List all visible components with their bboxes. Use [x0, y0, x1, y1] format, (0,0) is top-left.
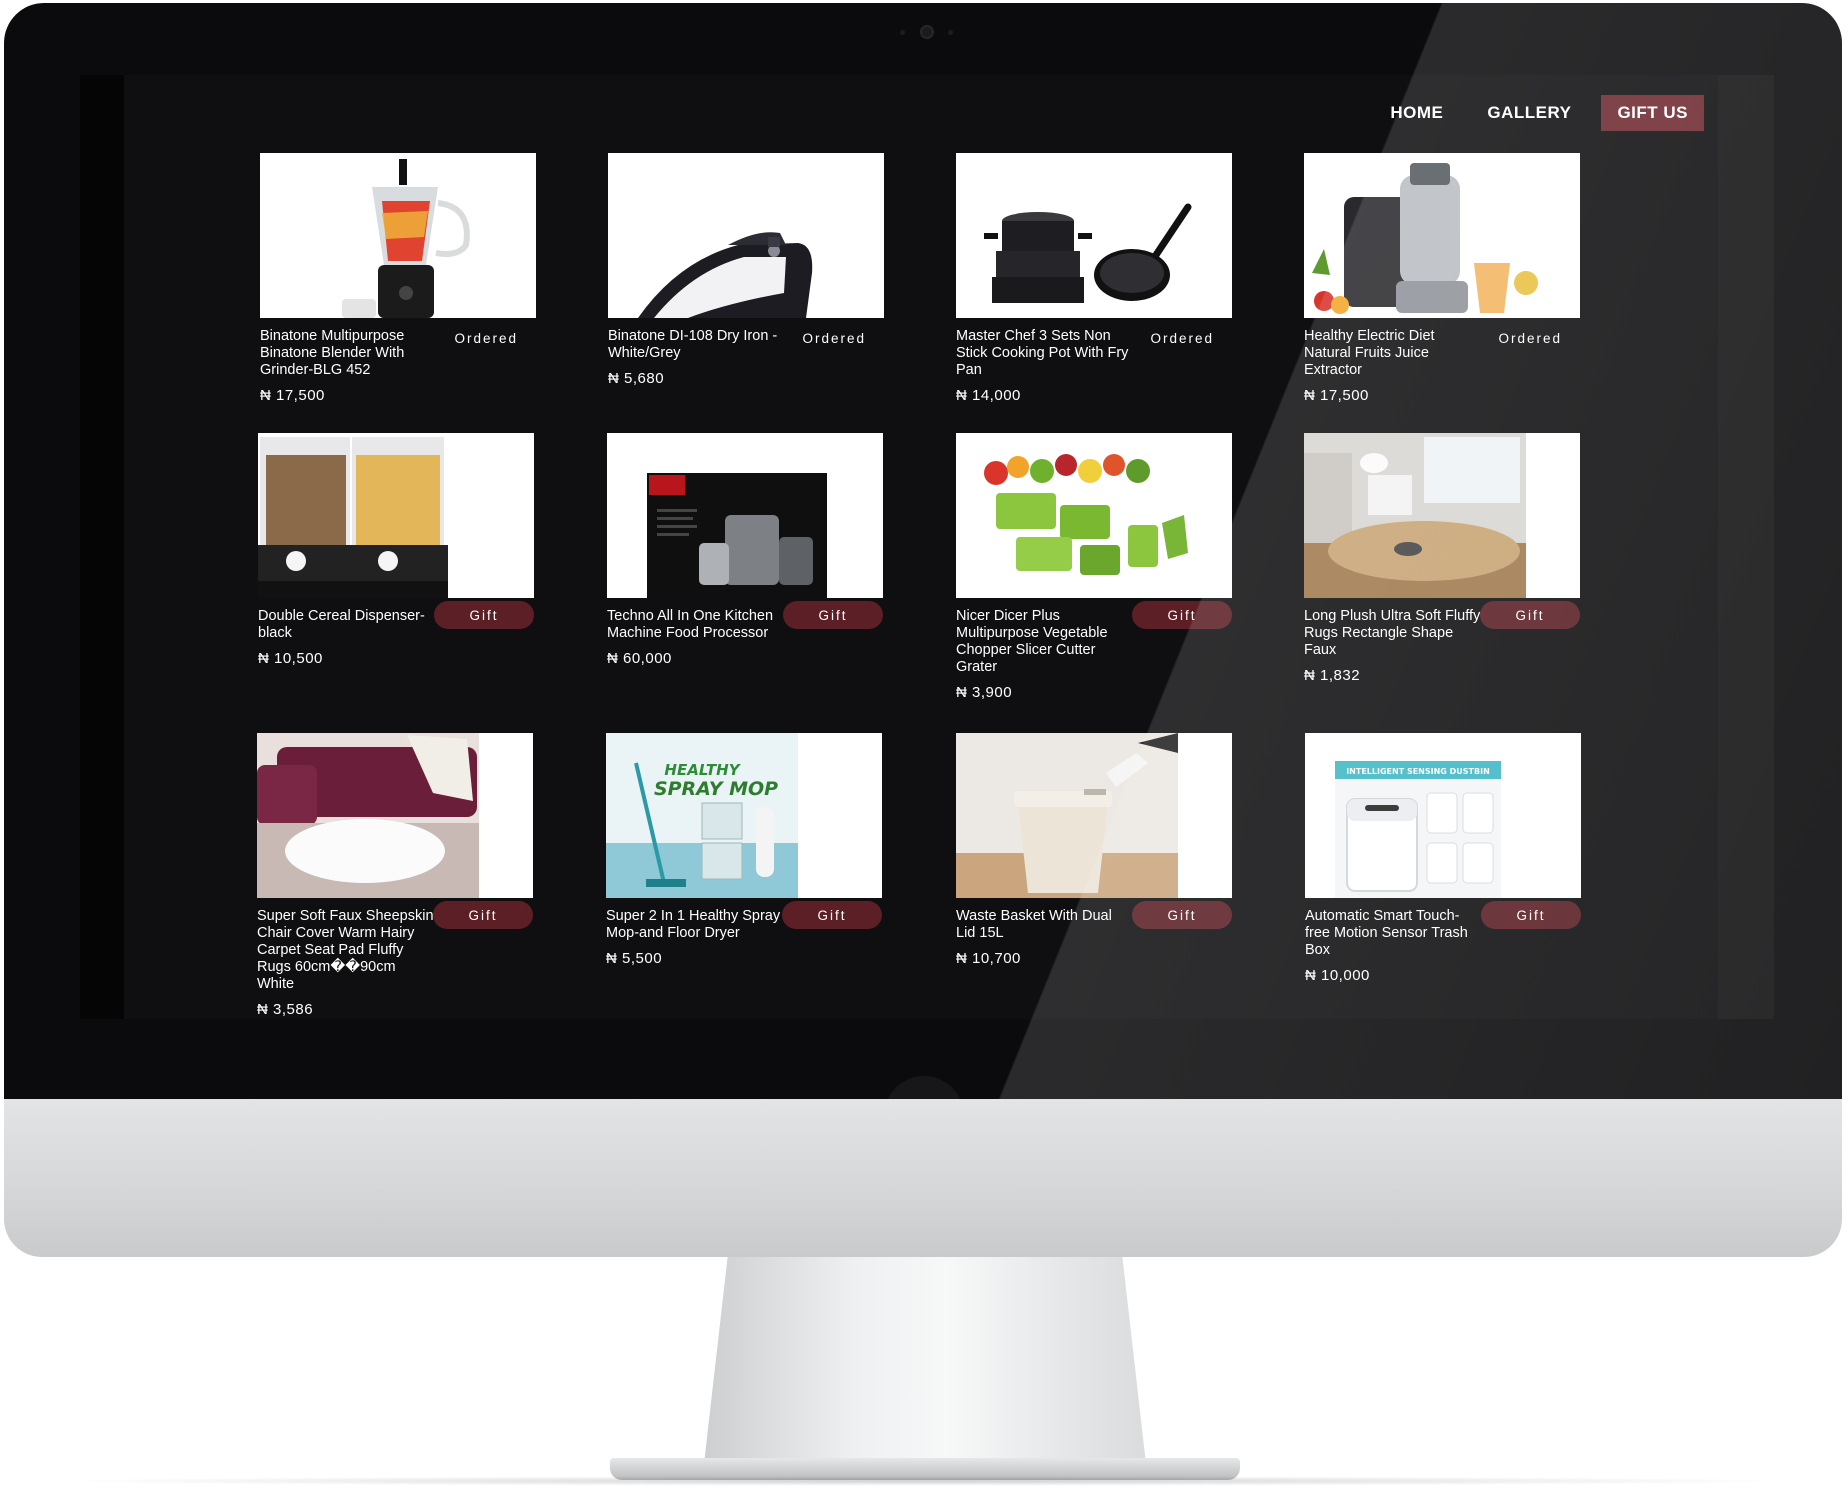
product-meta: Techno All In One Kitchen Machine Food P… [607, 601, 883, 667]
product-image-iron[interactable] [608, 153, 884, 318]
spray-mop-banner-line2: SPRAY MOP [654, 778, 778, 800]
nav-gift-us-button[interactable]: GIFT US [1601, 95, 1704, 131]
product-title: Master Chef 3 Sets Non Stick Cooking Pot… [956, 328, 1129, 378]
ordered-status: Ordered [802, 331, 866, 346]
product-meta: Waste Basket With Dual Lid 15L ₦ 10,700 … [956, 901, 1232, 967]
product-card[interactable]: Super Soft Faux Sheepskin Chair Cover Wa… [257, 733, 533, 1018]
product-card[interactable]: Double Cereal Dispenser-black ₦ 10,500 G… [258, 433, 534, 667]
product-image-blender[interactable] [260, 153, 536, 318]
product-card[interactable]: Waste Basket With Dual Lid 15L ₦ 10,700 … [956, 733, 1232, 967]
product-title: Techno All In One Kitchen Machine Food P… [607, 608, 774, 641]
sensor-dot [948, 30, 953, 35]
product-image-pots[interactable] [956, 153, 1232, 318]
product-meta: Nicer Dicer Plus Multipurpose Vegetable … [956, 601, 1232, 701]
ordered-status: Ordered [1498, 331, 1562, 346]
product-image-juicer[interactable] [1304, 153, 1580, 318]
product-title: Double Cereal Dispenser-black [258, 608, 425, 641]
product-card[interactable]: Binatone DI-108 Dry Iron - White/Grey ₦ … [608, 153, 884, 387]
spray-mop-banner-line1: HEALTHY [664, 761, 741, 779]
product-title: Nicer Dicer Plus Multipurpose Vegetable … [956, 608, 1108, 675]
product-image-plush-rug[interactable] [1304, 433, 1580, 598]
gift-button[interactable]: Gift [434, 601, 534, 629]
product-price: ₦ 10,000 [1305, 967, 1370, 984]
product-title: Binatone DI-108 Dry Iron - White/Grey [608, 328, 778, 361]
screen-edge-left [80, 75, 124, 1019]
product-meta: Binatone DI-108 Dry Iron - White/Grey ₦ … [608, 328, 884, 387]
product-image-sheepskin-rug[interactable] [257, 733, 533, 898]
product-price: ₦ 3,586 [257, 1001, 314, 1018]
monitor-chin [4, 1099, 1842, 1257]
product-price: ₦ 10,500 [258, 650, 323, 667]
product-title: Binatone Multipurpose Binatone Blender W… [260, 328, 405, 378]
monitor-mockup: HOME GALLERY GIFT US Binatone Multipurpo… [0, 0, 1848, 1494]
product-card[interactable]: HEALTHY SPRAY MOP Super 2 In 1 Healthy S… [606, 733, 882, 967]
nav-home[interactable]: HOME [1376, 95, 1457, 131]
product-price: ₦ 5,500 [606, 950, 663, 967]
monitor-bezel: HOME GALLERY GIFT US Binatone Multipurpo… [4, 3, 1842, 1099]
camera [920, 25, 934, 39]
product-image-food-processor[interactable] [607, 433, 883, 598]
product-image-cereal-dispenser[interactable] [258, 433, 534, 598]
product-meta: Double Cereal Dispenser-black ₦ 10,500 G… [258, 601, 534, 667]
product-image-spray-mop[interactable]: HEALTHY SPRAY MOP [606, 733, 882, 898]
nav-gallery[interactable]: GALLERY [1473, 95, 1585, 131]
product-card[interactable]: Nicer Dicer Plus Multipurpose Vegetable … [956, 433, 1232, 701]
product-meta: Binatone Multipurpose Binatone Blender W… [260, 328, 536, 404]
ordered-status: Ordered [454, 331, 518, 346]
product-price: ₦ 5,680 [608, 370, 665, 387]
product-title: Long Plush Ultra Soft Fluffy Rugs Rectan… [1304, 608, 1481, 658]
product-price: ₦ 17,500 [260, 387, 325, 404]
product-image-waste-basket[interactable] [956, 733, 1232, 898]
gift-button[interactable]: Gift [1132, 901, 1232, 929]
product-meta: Automatic Smart Touch-free Motion Sensor… [1305, 901, 1581, 984]
gift-button[interactable]: Gift [1481, 901, 1581, 929]
product-card[interactable]: INTELLIGENT SENSING DUSTBIN Automatic Sm… [1305, 733, 1581, 984]
product-title: Automatic Smart Touch-free Motion Sensor… [1305, 908, 1468, 958]
gift-button[interactable]: Gift [1132, 601, 1232, 629]
product-card[interactable]: Binatone Multipurpose Binatone Blender W… [260, 153, 536, 404]
product-meta: Master Chef 3 Sets Non Stick Cooking Pot… [956, 328, 1232, 404]
main-navigation: HOME GALLERY GIFT US [1360, 95, 1704, 131]
product-price: ₦ 14,000 [956, 387, 1021, 404]
trash-bin-banner: INTELLIGENT SENSING DUSTBIN [1346, 767, 1490, 776]
product-price: ₦ 3,900 [956, 684, 1013, 701]
product-meta: Super Soft Faux Sheepskin Chair Cover Wa… [257, 901, 533, 1018]
product-title: Waste Basket With Dual Lid 15L [956, 908, 1112, 941]
gift-button[interactable]: Gift [433, 901, 533, 929]
product-card[interactable]: Techno All In One Kitchen Machine Food P… [607, 433, 883, 667]
product-image-vegetable-chopper[interactable] [956, 433, 1232, 598]
gift-button[interactable]: Gift [1480, 601, 1580, 629]
product-price: ₦ 60,000 [607, 650, 672, 667]
gift-button[interactable]: Gift [783, 601, 883, 629]
product-card[interactable]: Healthy Electric Diet Natural Fruits Jui… [1304, 153, 1580, 404]
product-price: ₦ 1,832 [1304, 667, 1361, 684]
ordered-status: Ordered [1150, 331, 1214, 346]
product-image-sensor-trash-bin[interactable]: INTELLIGENT SENSING DUSTBIN [1305, 733, 1581, 898]
product-title: Super 2 In 1 Healthy Spray Mop-and Floor… [606, 908, 781, 941]
product-title: Healthy Electric Diet Natural Fruits Jui… [1304, 328, 1435, 378]
monitor-stand [704, 1257, 1146, 1463]
product-meta: Healthy Electric Diet Natural Fruits Jui… [1304, 328, 1580, 404]
gift-button[interactable]: Gift [782, 901, 882, 929]
sensor-dot [900, 30, 905, 35]
website-screen: HOME GALLERY GIFT US Binatone Multipurpo… [80, 75, 1774, 1019]
product-meta: Long Plush Ultra Soft Fluffy Rugs Rectan… [1304, 601, 1580, 684]
floor-shadow [40, 1476, 1808, 1486]
screen-edge-right [1718, 75, 1774, 1019]
product-price: ₦ 17,500 [1304, 387, 1369, 404]
product-card[interactable]: Master Chef 3 Sets Non Stick Cooking Pot… [956, 153, 1232, 404]
product-price: ₦ 10,700 [956, 950, 1021, 967]
product-title: Super Soft Faux Sheepskin Chair Cover Wa… [257, 908, 434, 992]
product-meta: Super 2 In 1 Healthy Spray Mop-and Floor… [606, 901, 882, 967]
product-card[interactable]: Long Plush Ultra Soft Fluffy Rugs Rectan… [1304, 433, 1580, 684]
